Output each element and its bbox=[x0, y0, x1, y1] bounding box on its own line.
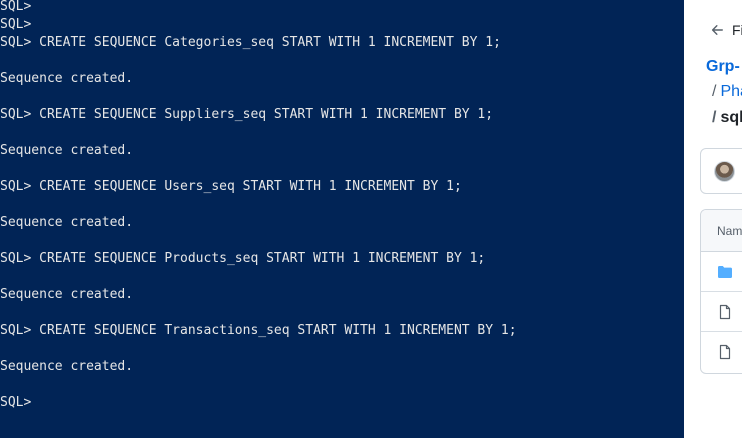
avatar[interactable] bbox=[714, 161, 735, 182]
file-list: Nam bbox=[700, 209, 742, 374]
latest-commit-box bbox=[700, 148, 742, 194]
back-to-files-link[interactable]: Fi bbox=[710, 22, 742, 38]
terminal-line: Sequence created. bbox=[0, 215, 134, 230]
github-file-panel: Fi Grp- /Pha /sql Nam bbox=[684, 0, 742, 438]
terminal-line: SQL> CREATE SEQUENCE Products_seq START … bbox=[0, 251, 486, 266]
file-icon bbox=[719, 344, 731, 360]
breadcrumb-current: / sql bbox=[712, 109, 742, 127]
terminal-line: Sequence created. bbox=[0, 359, 134, 374]
terminal-line: SQL> bbox=[0, 0, 32, 14]
terminal-line: SQL> bbox=[0, 395, 32, 410]
terminal-line: SQL> CREATE SEQUENCE Transactions_seq ST… bbox=[0, 323, 517, 338]
terminal-line: Sequence created. bbox=[0, 143, 134, 158]
breadcrumb-repo[interactable]: Grp- bbox=[706, 58, 740, 76]
terminal-line: SQL> CREATE SEQUENCE Suppliers_seq START… bbox=[0, 107, 494, 122]
terminal-line: SQL> bbox=[0, 17, 32, 32]
breadcrumb-current-label: sql bbox=[720, 109, 742, 126]
breadcrumb-separator: / bbox=[712, 109, 717, 126]
sqlplus-terminal[interactable]: SQL> SQL> SQL> CREATE SEQUENCE Categories_… bbox=[0, 0, 684, 438]
back-label: Fi bbox=[732, 22, 742, 38]
breadcrumb-separator: / bbox=[712, 83, 717, 100]
terminal-line: SQL> CREATE SEQUENCE Categories_seq STAR… bbox=[0, 35, 501, 50]
file-list-header: Nam bbox=[701, 210, 742, 252]
breadcrumb-folder[interactable]: /Pha bbox=[712, 83, 742, 101]
file-row[interactable] bbox=[701, 292, 742, 332]
terminal-line: Sequence created. bbox=[0, 287, 134, 302]
file-row[interactable] bbox=[701, 332, 742, 372]
breadcrumb-folder-label[interactable]: Pha bbox=[720, 83, 742, 100]
file-row[interactable] bbox=[701, 252, 742, 292]
terminal-line: SQL> CREATE SEQUENCE Users_seq START WIT… bbox=[0, 179, 462, 194]
terminal-output: SQL> SQL> SQL> CREATE SEQUENCE Categories_… bbox=[0, 0, 517, 412]
arrow-left-icon bbox=[711, 25, 723, 35]
file-icon bbox=[719, 304, 731, 320]
terminal-line: Sequence created. bbox=[0, 71, 134, 86]
folder-icon bbox=[718, 266, 732, 278]
